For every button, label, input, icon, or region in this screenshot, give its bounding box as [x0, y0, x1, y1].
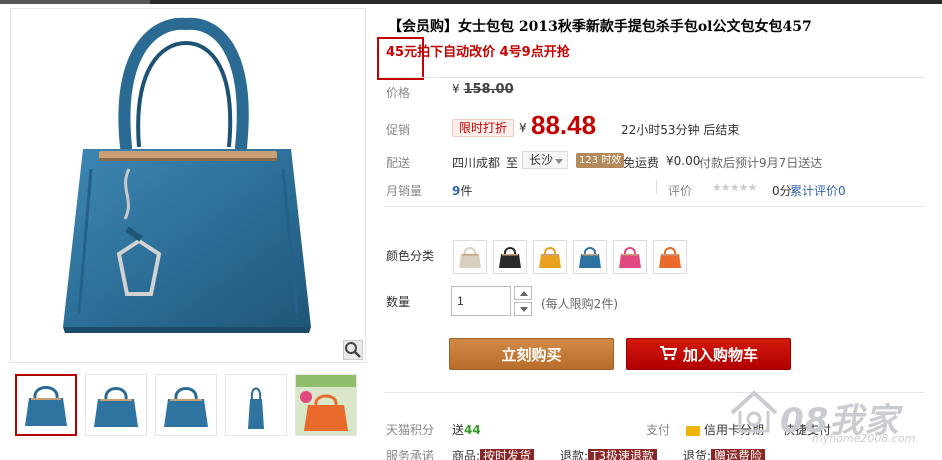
delivery-to-word: 至 [506, 156, 519, 170]
thumbnail-strip [10, 374, 360, 438]
service-tag: 赠运费险 [711, 449, 766, 460]
color-swatch-blue[interactable] [573, 240, 607, 274]
delivery-label: 配送 [386, 156, 411, 170]
thumbnail-color-variant[interactable] [295, 374, 357, 436]
service-prefix: 商品: [452, 449, 481, 460]
review-count-link[interactable]: 累计评价0 [790, 182, 846, 199]
payment-label: 支付 [646, 423, 671, 437]
thumbnail-back[interactable] [155, 374, 217, 436]
countdown-text: 22小时53分钟 后结束 [621, 123, 740, 137]
service-item: 退货: 赠运费险 [683, 447, 766, 460]
top-nav-accent [0, 0, 150, 4]
color-swatch-yellow[interactable] [533, 240, 567, 274]
color-swatch-pink[interactable] [613, 240, 647, 274]
color-label: 颜色分类 [386, 249, 435, 263]
house-logo-icon [730, 390, 778, 433]
city-select-value: 长沙 [529, 153, 554, 167]
divider-top [384, 77, 924, 78]
watermark-url: myhome2008.com [812, 432, 916, 445]
points-number: 44 [464, 423, 481, 437]
color-swatch-black[interactable] [493, 240, 527, 274]
thumbnail-angle[interactable] [85, 374, 147, 436]
currency-symbol: ¥ [452, 82, 460, 96]
handbag-icon [619, 247, 641, 268]
chevron-down-icon [555, 159, 563, 164]
rating-score: 0分 [772, 184, 792, 198]
highlight-box [377, 37, 424, 80]
points-value: 送44 [452, 421, 481, 438]
buy-now-button[interactable]: 立刻购买 [449, 338, 614, 370]
original-price-value: 158.00 [463, 82, 514, 97]
limited-discount-badge: 限时打折 [452, 119, 515, 137]
price-label: 价格 [386, 86, 411, 100]
service-tag: T3极速退款 [588, 449, 658, 460]
promo-price-value: 88.48 [531, 110, 597, 140]
original-price: ¥ 158.00 [452, 82, 514, 97]
zoom-icon[interactable] [343, 340, 363, 360]
site-watermark: 08我家 myhome2008.com [728, 387, 942, 447]
buy-now-label: 立刻购买 [501, 346, 562, 364]
points-label: 天猫积分 [386, 423, 435, 437]
promo-currency: ¥ [519, 121, 527, 135]
purchase-limit: (每人限购2件) [541, 297, 618, 311]
service-prefix: 退货: [683, 449, 712, 460]
quantity-label: 数量 [386, 295, 411, 309]
delivery-estimate: 付款后预计9月7日送达 [699, 156, 823, 170]
rating-label: 评价 [668, 184, 693, 198]
free-shipping: 免运费 [623, 156, 660, 170]
service-tag: 按时发货 [480, 449, 535, 460]
add-to-cart-label: 加入购物车 [682, 346, 758, 364]
shopping-cart-icon [659, 340, 678, 372]
divider-mid [384, 206, 924, 207]
sales-separator [656, 180, 657, 194]
handbag-icon [579, 247, 601, 268]
promo-text: 拍下自动改价 4号9点开抢 [417, 45, 570, 60]
quantity-increase-button[interactable] [514, 286, 532, 300]
monthly-sales: 9件 [452, 182, 472, 199]
handbag-icon [539, 247, 561, 268]
handbag-illustration [63, 17, 311, 333]
quantity-input[interactable] [451, 286, 511, 316]
thumbnail-front[interactable] [15, 374, 77, 436]
color-swatch-beige[interactable] [453, 240, 487, 274]
promotion-label: 促销 [386, 123, 411, 137]
points-prefix: 送 [452, 423, 465, 437]
shipping-fee: ¥0.00 [666, 154, 701, 168]
arrow-down-icon [520, 307, 528, 312]
monthly-sales-label: 月销量 [386, 184, 423, 198]
monthly-sales-unit: 件 [460, 184, 473, 198]
product-title: 【会员购】女士包包 2013秋季新款手提包杀手包ol公文包女包457 [388, 19, 812, 35]
handbag-icon [499, 247, 521, 268]
delivery-time-badge: 123 时效 [576, 153, 625, 168]
city-select[interactable]: 长沙 [522, 151, 568, 169]
add-to-cart-button[interactable]: 加入购物车 [626, 338, 791, 370]
service-label: 服务承诺 [386, 449, 435, 460]
service-item: 商品: 按时发货 [452, 447, 535, 460]
color-swatch-orange[interactable] [653, 240, 687, 274]
thumbnail-side[interactable] [225, 374, 287, 436]
service-prefix: 退款: [560, 449, 589, 460]
rating-stars-icon: ★★★★★ [712, 181, 757, 194]
handbag-icon [659, 247, 681, 268]
top-nav-bar [0, 0, 942, 4]
service-item: 退款: T3极速退款 [560, 447, 658, 460]
delivery-from: 四川成都 [452, 156, 501, 170]
credit-card-icon [686, 425, 700, 436]
handbag-icon [459, 247, 481, 268]
arrow-up-icon [520, 291, 528, 296]
main-product-image[interactable] [10, 8, 366, 363]
quantity-decrease-button[interactable] [514, 302, 532, 316]
